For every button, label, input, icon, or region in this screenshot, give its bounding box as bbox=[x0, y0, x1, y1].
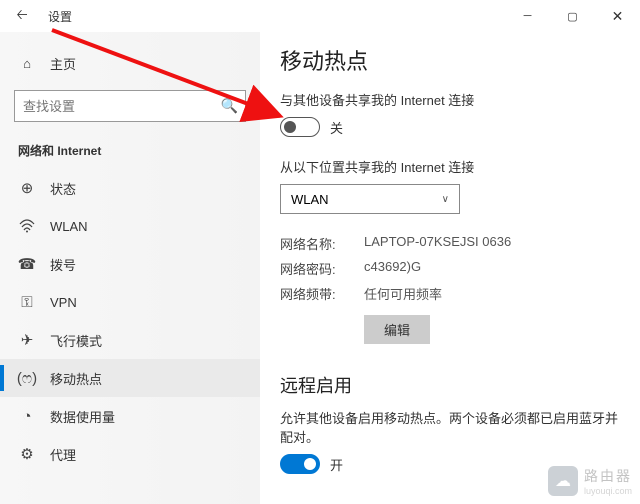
dialup-icon: ☎ bbox=[18, 255, 36, 273]
sidebar-item-label: 拨号 bbox=[50, 255, 76, 274]
net-band-key: 网络频带: bbox=[280, 284, 364, 303]
share-from-label: 从以下位置共享我的 Internet 连接 bbox=[280, 157, 620, 176]
remote-title: 远程启用 bbox=[280, 372, 620, 398]
sidebar-item-label: 飞行模式 bbox=[50, 331, 102, 350]
home-icon: ⌂ bbox=[18, 56, 36, 71]
share-toggle-state: 关 bbox=[330, 118, 343, 137]
home-label: 主页 bbox=[50, 54, 76, 73]
sidebar-item-label: WLAN bbox=[50, 219, 88, 234]
remote-description: 允许其他设备启用移动热点。两个设备必须都已启用蓝牙并配对。 bbox=[280, 408, 620, 446]
sidebar-item-label: 状态 bbox=[50, 179, 76, 198]
status-icon: ⊕ bbox=[18, 179, 36, 197]
vpn-icon: ⚿ bbox=[18, 294, 36, 311]
chevron-down-icon: ∨ bbox=[442, 194, 449, 205]
sidebar-item-status[interactable]: ⊕ 状态 bbox=[0, 169, 260, 207]
data-usage-icon: ◔ bbox=[18, 408, 36, 425]
search-input[interactable] bbox=[14, 90, 246, 122]
sidebar-item-label: VPN bbox=[50, 295, 77, 310]
minimize-button[interactable]: ─ bbox=[505, 0, 550, 32]
back-button[interactable]: 🡠 bbox=[0, 0, 44, 32]
group-header: 网络和 Internet bbox=[0, 136, 260, 169]
remote-toggle-state: 开 bbox=[330, 455, 343, 474]
sidebar: ⌂ 主页 🔍 网络和 Internet ⊕ 状态 WLAN ☎ 拨号 ⚿ VPN… bbox=[0, 32, 260, 504]
page-title: 移动热点 bbox=[280, 44, 620, 76]
sidebar-item-wlan[interactable]: WLAN bbox=[0, 207, 260, 245]
sidebar-item-dialup[interactable]: ☎ 拨号 bbox=[0, 245, 260, 283]
sidebar-item-label: 移动热点 bbox=[50, 369, 102, 388]
remote-toggle[interactable] bbox=[280, 454, 320, 474]
sidebar-item-proxy[interactable]: ⚙ 代理 bbox=[0, 435, 260, 473]
net-pwd-value: c43692)G bbox=[364, 259, 421, 278]
airplane-icon: ✈ bbox=[18, 331, 36, 349]
sidebar-item-airplane[interactable]: ✈ 飞行模式 bbox=[0, 321, 260, 359]
sidebar-item-vpn[interactable]: ⚿ VPN bbox=[0, 283, 260, 321]
edit-button[interactable]: 编辑 bbox=[364, 315, 430, 344]
sidebar-item-data-usage[interactable]: ◔ 数据使用量 bbox=[0, 397, 260, 435]
proxy-icon: ⚙ bbox=[18, 445, 36, 463]
share-description: 与其他设备共享我的 Internet 连接 bbox=[280, 90, 620, 109]
share-from-value: WLAN bbox=[291, 192, 329, 207]
sidebar-item-hotspot[interactable]: (ෆ) 移动热点 bbox=[0, 359, 260, 397]
window-title: 设置 bbox=[48, 8, 72, 25]
wifi-icon bbox=[18, 219, 36, 233]
net-band-value: 任何可用频率 bbox=[364, 284, 442, 303]
close-button[interactable]: ✕ bbox=[595, 0, 640, 32]
hotspot-icon: (ෆ) bbox=[18, 370, 36, 387]
home-link[interactable]: ⌂ 主页 bbox=[0, 44, 260, 82]
net-name-value: LAPTOP-07KSEJSI 0636 bbox=[364, 234, 511, 253]
sidebar-item-label: 代理 bbox=[50, 445, 76, 464]
content-area: 移动热点 与其他设备共享我的 Internet 连接 关 从以下位置共享我的 I… bbox=[260, 32, 640, 504]
sidebar-item-label: 数据使用量 bbox=[50, 407, 115, 426]
share-from-select[interactable]: WLAN ∨ bbox=[280, 184, 460, 214]
net-name-key: 网络名称: bbox=[280, 234, 364, 253]
share-toggle[interactable] bbox=[280, 117, 320, 137]
net-pwd-key: 网络密码: bbox=[280, 259, 364, 278]
maximize-button[interactable]: ▢ bbox=[550, 0, 595, 32]
